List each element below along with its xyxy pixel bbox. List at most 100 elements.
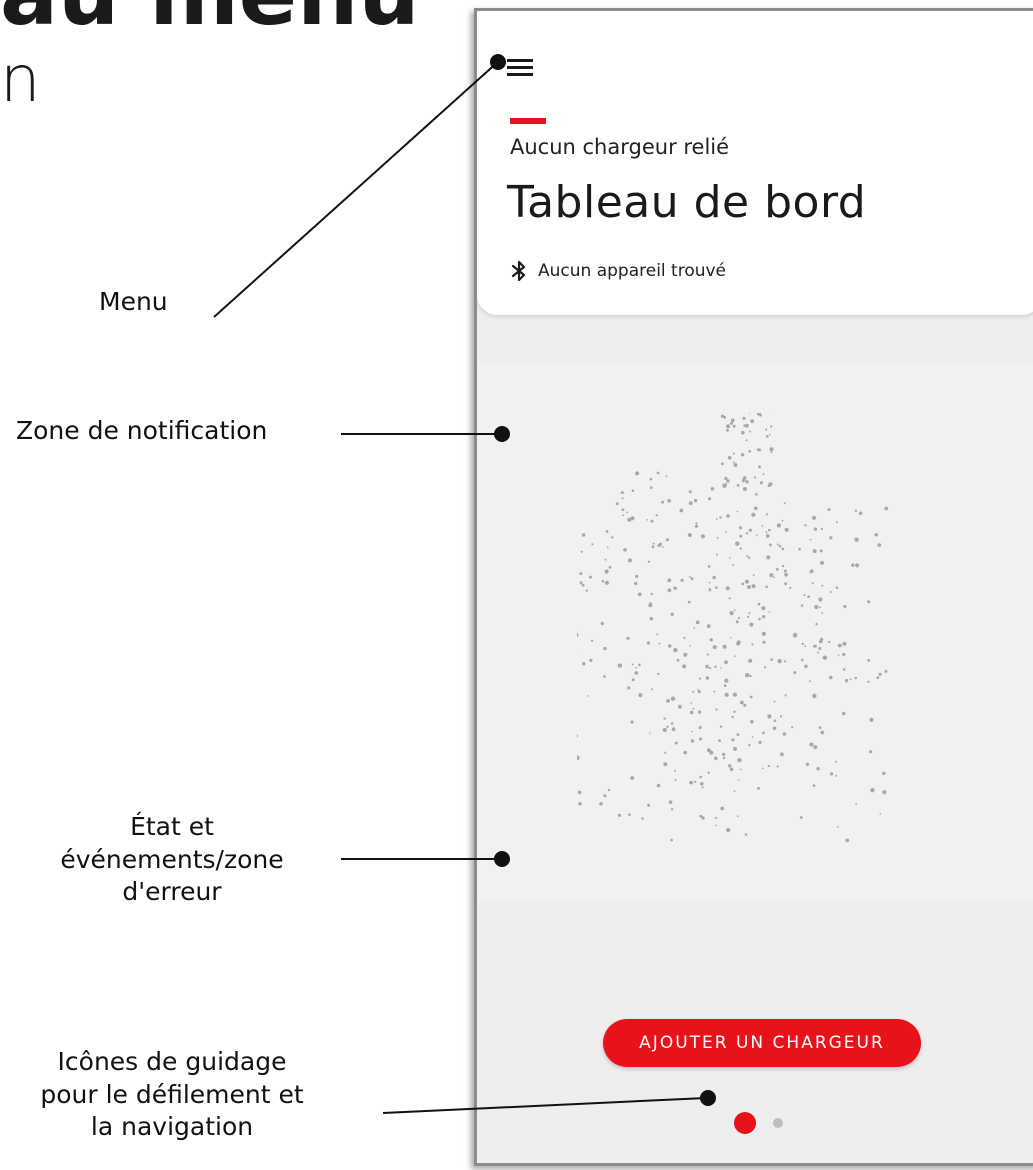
illustration-dot: [676, 658, 680, 662]
illustration-dot: [820, 730, 825, 735]
illustration-dot: [747, 585, 751, 589]
illustration-dot: [783, 569, 787, 573]
illustration-dot: [673, 647, 678, 653]
illustration-dot: [842, 668, 846, 671]
illustration-dot: [732, 564, 735, 566]
illustration-dot: [822, 655, 828, 660]
illustration-dot: [818, 597, 823, 602]
illustration-dot: [707, 565, 711, 568]
illustration-dot: [666, 725, 669, 728]
illustration-dot: [699, 737, 702, 741]
page-indicator-dot-inactive[interactable]: [773, 1118, 783, 1128]
illustration-dot: [652, 542, 655, 545]
illustration-dot: [845, 838, 850, 843]
illustration-dot: [800, 658, 804, 662]
illustration-dot: [767, 764, 770, 768]
illustration-dot: [661, 546, 664, 548]
illustration-dot: [723, 684, 727, 687]
illustration-dot: [688, 490, 692, 494]
illustration-dot: [829, 536, 833, 540]
phone-screen: Aucun chargeur relié Tableau de bord Auc…: [474, 8, 1033, 1166]
callout-status-line-2: événements/zone: [60, 844, 284, 874]
illustration-dot: [751, 584, 756, 589]
illustration-dot: [766, 555, 771, 560]
illustration-dot: [757, 602, 761, 606]
illustration-dot: [750, 419, 754, 424]
illustration-dot: [732, 452, 735, 455]
illustration-dot: [692, 707, 695, 710]
illustration-dot: [668, 644, 672, 648]
page-indicator-dot-active[interactable]: [734, 1112, 756, 1134]
illustration-dot: [765, 513, 768, 516]
illustration-dot: [807, 595, 810, 598]
illustration-dot: [615, 502, 619, 506]
illustration-dot: [819, 549, 823, 553]
illustration-dot: [821, 612, 824, 615]
illustration-dot: [665, 475, 668, 478]
illustration-dot: [599, 802, 603, 806]
illustration-dot: [842, 641, 847, 646]
illustration-dot: [791, 726, 794, 729]
illustration-dot: [765, 531, 768, 534]
illustration-dot: [877, 543, 882, 547]
illustration-dot: [607, 788, 611, 792]
illustration-dot: [758, 465, 761, 469]
illustration-dot: [854, 676, 857, 680]
illustration-dot: [647, 560, 651, 563]
dotted-illustration: [577, 413, 889, 843]
illustration-dot: [577, 734, 579, 738]
illustration-dot: [627, 558, 632, 563]
illustration-dot: [756, 448, 759, 451]
illustration-dot: [626, 511, 629, 514]
illustration-dot: [714, 665, 717, 668]
illustration-dot: [582, 662, 586, 666]
illustration-dot: [679, 508, 684, 513]
illustration-dot: [835, 774, 838, 777]
illustration-dot: [715, 824, 717, 827]
illustration-dot: [748, 658, 753, 663]
illustration-dot: [801, 642, 804, 646]
illustration-dot: [762, 640, 766, 644]
illustration-dot: [830, 772, 834, 776]
illustration-dot: [715, 708, 718, 711]
illustration-dot: [748, 450, 751, 453]
illustration-dot: [733, 609, 736, 611]
illustration-dot: [759, 481, 763, 485]
illustration-dot: [784, 582, 788, 586]
illustration-dot: [837, 643, 842, 648]
illustration-dot: [765, 585, 768, 589]
hamburger-icon[interactable]: [507, 59, 533, 79]
illustration-dot: [749, 695, 753, 699]
callout-line-menu: [213, 59, 501, 318]
illustration-dot: [736, 815, 739, 818]
illustration-dot: [708, 667, 712, 670]
illustration-dot: [729, 421, 734, 425]
illustration-dot: [835, 521, 838, 524]
illustration-dot: [836, 826, 839, 828]
illustration-dot: [630, 720, 634, 724]
illustration-dot: [762, 473, 765, 476]
illustration-dot: [732, 424, 736, 428]
illustration-dot: [777, 659, 782, 664]
illustration-dot: [769, 433, 771, 436]
illustration-dot: [809, 571, 811, 574]
illustration-dot: [664, 751, 667, 754]
illustration-dot: [812, 549, 817, 554]
illustration-dot: [697, 690, 701, 694]
illustration-dot: [714, 756, 718, 761]
illustration-dot: [773, 719, 777, 722]
illustration-dot: [705, 676, 710, 680]
illustration-dot: [854, 537, 859, 542]
illustration-dot: [585, 589, 588, 592]
illustration-dot: [815, 622, 818, 626]
illustration-dot: [729, 611, 734, 616]
illustration-dot: [733, 463, 738, 467]
illustration-dot: [799, 816, 803, 819]
illustration-dot: [601, 579, 605, 583]
add-charger-button[interactable]: AJOUTER UN CHARGEUR: [603, 1019, 921, 1067]
callout-status-line-3: d'erreur: [122, 877, 222, 906]
illustration-dot: [781, 519, 784, 522]
illustration-dot: [690, 739, 695, 743]
illustration-dot: [712, 575, 716, 580]
callout-notification-label: Zone de notification: [16, 416, 268, 445]
